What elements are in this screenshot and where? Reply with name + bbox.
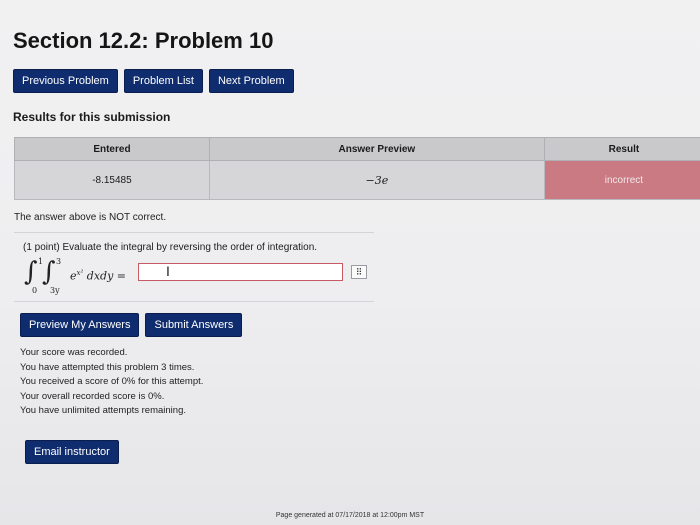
integrand-exponent: x² [76,269,84,277]
next-problem-button[interactable]: Next Problem [208,69,294,93]
previous-problem-button[interactable]: Previous Problem [13,69,118,93]
answer-preview-value: −3e [208,160,545,200]
results-header-row: Entered Answer Preview Result [14,137,700,161]
text-cursor-icon: I [166,263,170,279]
result-status-badge: incorrect [543,160,700,200]
table-row: -8.15485 −3e incorrect [14,160,700,200]
page-title: Section 12.2: Problem 10 [13,28,274,53]
submit-row: Preview My Answers Submit Answers [20,313,243,337]
email-instructor-button[interactable]: Email instructor [25,440,119,464]
score-messages: Your score was recorded. You have attemp… [20,346,203,419]
entered-column-header: Entered [14,137,210,161]
integrand: ex² dxdy = [70,269,126,283]
integral-expression: ∫ 1 0 ∫ 3 3y ex² dxdy = [22,257,142,295]
outer-lower-limit: 0 [32,286,38,295]
entered-value: -8.15485 [14,160,210,200]
results-table: Entered Answer Preview Result -8.15485 −… [14,137,700,200]
submit-answers-button[interactable]: Submit Answers [145,313,243,337]
results-heading: Results for this submission [13,110,171,124]
feedback-message: The answer above is NOT correct. [14,212,167,223]
page: Section 12.2: Problem 10 Previous Proble… [0,0,700,525]
problem-list-button[interactable]: Problem List [123,69,203,93]
result-column-header: Result [543,137,700,161]
list-item: Your score was recorded. [20,347,128,358]
page-footer: Page generated at 07/17/2018 at 12:00pm … [275,512,425,519]
list-item: You received a score of 0% for this atte… [20,376,204,387]
differential-label: dxdy = [86,269,126,283]
preview-answers-button[interactable]: Preview My Answers [20,313,140,337]
outer-integral-sign: ∫ [24,257,38,287]
list-item: You have attempted this problem 3 times. [20,361,195,373]
inner-integral-sign: ∫ [42,257,56,287]
list-item: Your overall recorded score is 0%. [20,390,165,402]
problem-prompt: (1 point) Evaluate the integral by rever… [23,242,318,253]
preview-column-header: Answer Preview [208,137,545,161]
grid-icon[interactable]: ⠿ [351,265,367,279]
problem-nav: Previous Problem Problem List Next Probl… [13,69,294,93]
problem-box: (1 point) Evaluate the integral by rever… [14,232,374,302]
inner-upper-limit: 3 [56,257,62,266]
list-item: You have unlimited attempts remaining. [20,405,186,416]
inner-lower-limit: 3y [50,286,60,295]
